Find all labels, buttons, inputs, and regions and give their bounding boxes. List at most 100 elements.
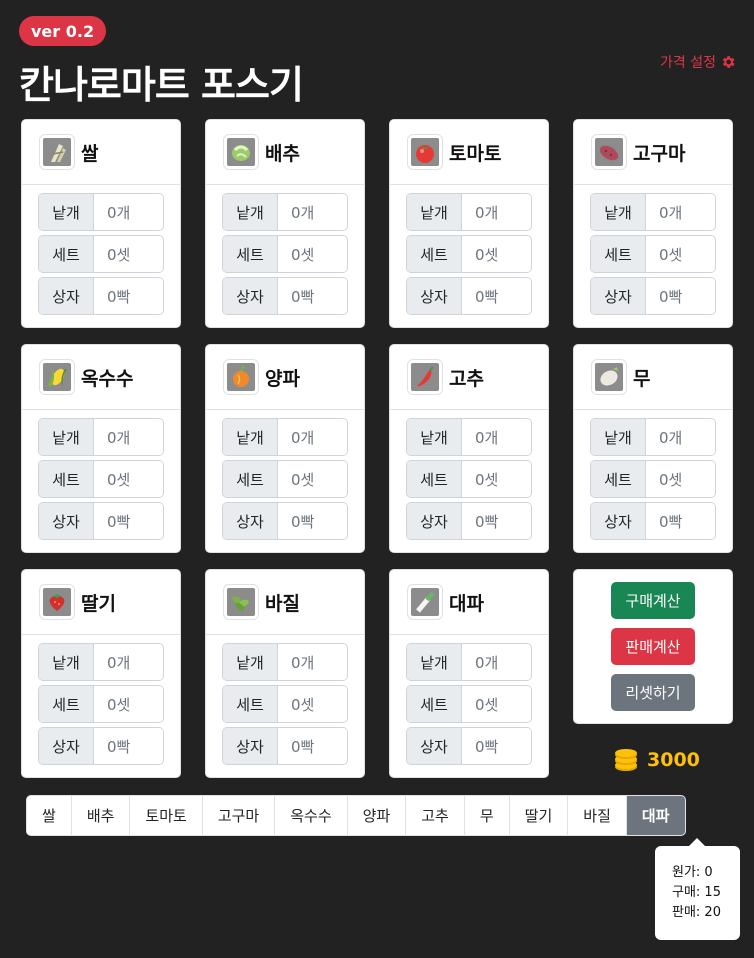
item-card: 딸기 낱개 0개 세트 0셋 상자 0빡	[21, 569, 181, 778]
quantity-label-unit: 낱개	[223, 194, 278, 230]
quantity-input-unit[interactable]: 0개	[462, 194, 531, 230]
item-card: 무 낱개 0개 세트 0셋 상자 0빡	[573, 344, 733, 553]
item-thumbnail	[223, 134, 259, 170]
version-badge: ver 0.2	[19, 16, 107, 46]
item-thumbnail-bg	[411, 363, 439, 391]
item-name: 무	[633, 367, 651, 390]
item-thumbnail	[39, 584, 75, 620]
quantity-label-box: 상자	[223, 728, 278, 764]
tab-item[interactable]: 배추	[72, 796, 131, 835]
item-card-header: 옥수수	[22, 345, 180, 410]
tab-item[interactable]: 대파	[626, 796, 685, 835]
quantity-row-box: 상자 0빡	[222, 727, 348, 765]
buy-calc-button[interactable]: 구매계산	[611, 582, 695, 619]
item-thumbnail	[39, 134, 75, 170]
quantity-row-box: 상자 0빡	[38, 277, 164, 315]
quantity-input-unit[interactable]: 0개	[94, 644, 163, 680]
quantity-input-box[interactable]: 0빡	[94, 503, 163, 539]
item-tabs: 쌀 배추 토마토 고구마 옥수수 양파 고추 무 딸기 바질 대파	[26, 795, 686, 836]
item-card-header: 토마토	[390, 120, 548, 185]
quantity-input-unit[interactable]: 0개	[646, 419, 715, 455]
tooltip-sell: 판매: 20	[672, 905, 721, 920]
quantity-input-unit[interactable]: 0개	[94, 194, 163, 230]
quantity-row-box: 상자 0빡	[590, 502, 716, 540]
gold-amount: 3000	[647, 749, 700, 771]
quantity-row-unit: 낱개 0개	[38, 418, 164, 456]
coins-icon	[615, 749, 637, 771]
quantity-label-set: 세트	[223, 461, 278, 497]
quantity-input-unit[interactable]: 0개	[462, 419, 531, 455]
tooltip-cost: 원가: 0	[672, 865, 713, 880]
quantity-row-box: 상자 0빡	[406, 727, 532, 765]
strawberry-icon	[49, 594, 65, 611]
quantity-label-unit: 낱개	[223, 644, 278, 680]
quantity-row-unit: 낱개 0개	[590, 193, 716, 231]
tab-item[interactable]: 양파	[348, 796, 407, 835]
tab-item[interactable]: 토마토	[130, 796, 203, 835]
tab-item[interactable]: 무	[465, 796, 510, 835]
quantity-input-box[interactable]: 0빡	[94, 728, 163, 764]
quantity-input-unit[interactable]: 0개	[94, 419, 163, 455]
quantity-input-set[interactable]: 0셋	[278, 461, 347, 497]
quantity-input-unit[interactable]: 0개	[462, 644, 531, 680]
item-thumbnail	[39, 359, 75, 395]
quantity-input-box[interactable]: 0빡	[94, 278, 163, 314]
reset-button[interactable]: 리셋하기	[611, 674, 695, 711]
quantity-label-box: 상자	[591, 278, 646, 314]
item-card-body: 낱개 0개 세트 0셋 상자 0빡	[206, 185, 364, 323]
corn-icon	[48, 368, 67, 387]
quantity-input-box[interactable]: 0빡	[278, 278, 347, 314]
sell-calc-button[interactable]: 판매계산	[611, 628, 695, 665]
quantity-input-set[interactable]: 0셋	[462, 236, 531, 272]
item-name: 양파	[265, 367, 300, 390]
quantity-input-box[interactable]: 0빡	[646, 278, 715, 314]
item-card: 쌀 낱개 0개 세트 0셋 상자 0빡	[21, 119, 181, 328]
tab-item[interactable]: 쌀	[27, 796, 72, 835]
quantity-input-set[interactable]: 0셋	[462, 461, 531, 497]
quantity-input-box[interactable]: 0빡	[462, 728, 531, 764]
quantity-input-unit[interactable]: 0개	[278, 419, 347, 455]
quantity-input-set[interactable]: 0셋	[278, 236, 347, 272]
item-thumbnail-bg	[227, 363, 255, 391]
item-card-header: 바질	[206, 570, 364, 635]
quantity-input-set[interactable]: 0셋	[646, 461, 715, 497]
chili-pepper-icon	[417, 365, 435, 387]
quantity-label-set: 세트	[407, 686, 462, 722]
quantity-input-set[interactable]: 0셋	[94, 236, 163, 272]
item-card: 배추 낱개 0개 세트 0셋 상자 0빡	[205, 119, 365, 328]
quantity-row-box: 상자 0빡	[38, 502, 164, 540]
quantity-input-unit[interactable]: 0개	[278, 644, 347, 680]
quantity-input-box[interactable]: 0빡	[462, 503, 531, 539]
quantity-input-box[interactable]: 0빡	[278, 728, 347, 764]
quantity-label-set: 세트	[223, 686, 278, 722]
tab-item[interactable]: 고추	[406, 796, 465, 835]
quantity-input-unit[interactable]: 0개	[278, 194, 347, 230]
page-title: 칸나로마트 포스기	[19, 63, 304, 107]
item-name: 토마토	[449, 142, 502, 165]
quantity-row-unit: 낱개 0개	[38, 193, 164, 231]
item-name: 고추	[449, 367, 484, 390]
quantity-input-box[interactable]: 0빡	[462, 278, 531, 314]
item-name: 쌀	[81, 142, 99, 165]
item-name: 바질	[265, 592, 300, 615]
tab-item[interactable]: 옥수수	[275, 796, 348, 835]
tab-item[interactable]: 바질	[568, 796, 627, 835]
quantity-input-set[interactable]: 0셋	[94, 686, 163, 722]
tab-item[interactable]: 고구마	[203, 796, 276, 835]
quantity-input-box[interactable]: 0빡	[646, 503, 715, 539]
quantity-input-set[interactable]: 0셋	[278, 686, 347, 722]
quantity-row-set: 세트 0셋	[222, 685, 348, 723]
quantity-input-set[interactable]: 0셋	[94, 461, 163, 497]
price-setting-link[interactable]: 가격 설정	[660, 52, 736, 72]
quantity-label-unit: 낱개	[591, 419, 646, 455]
quantity-label-box: 상자	[407, 278, 462, 314]
quantity-row-set: 세트 0셋	[406, 685, 532, 723]
quantity-input-box[interactable]: 0빡	[278, 503, 347, 539]
quantity-input-set[interactable]: 0셋	[646, 236, 715, 272]
quantity-input-set[interactable]: 0셋	[462, 686, 531, 722]
quantity-row-box: 상자 0빡	[406, 502, 532, 540]
tab-item[interactable]: 딸기	[510, 796, 569, 835]
item-name: 고구마	[633, 142, 686, 165]
quantity-input-unit[interactable]: 0개	[646, 194, 715, 230]
quantity-row-set: 세트 0셋	[590, 235, 716, 273]
